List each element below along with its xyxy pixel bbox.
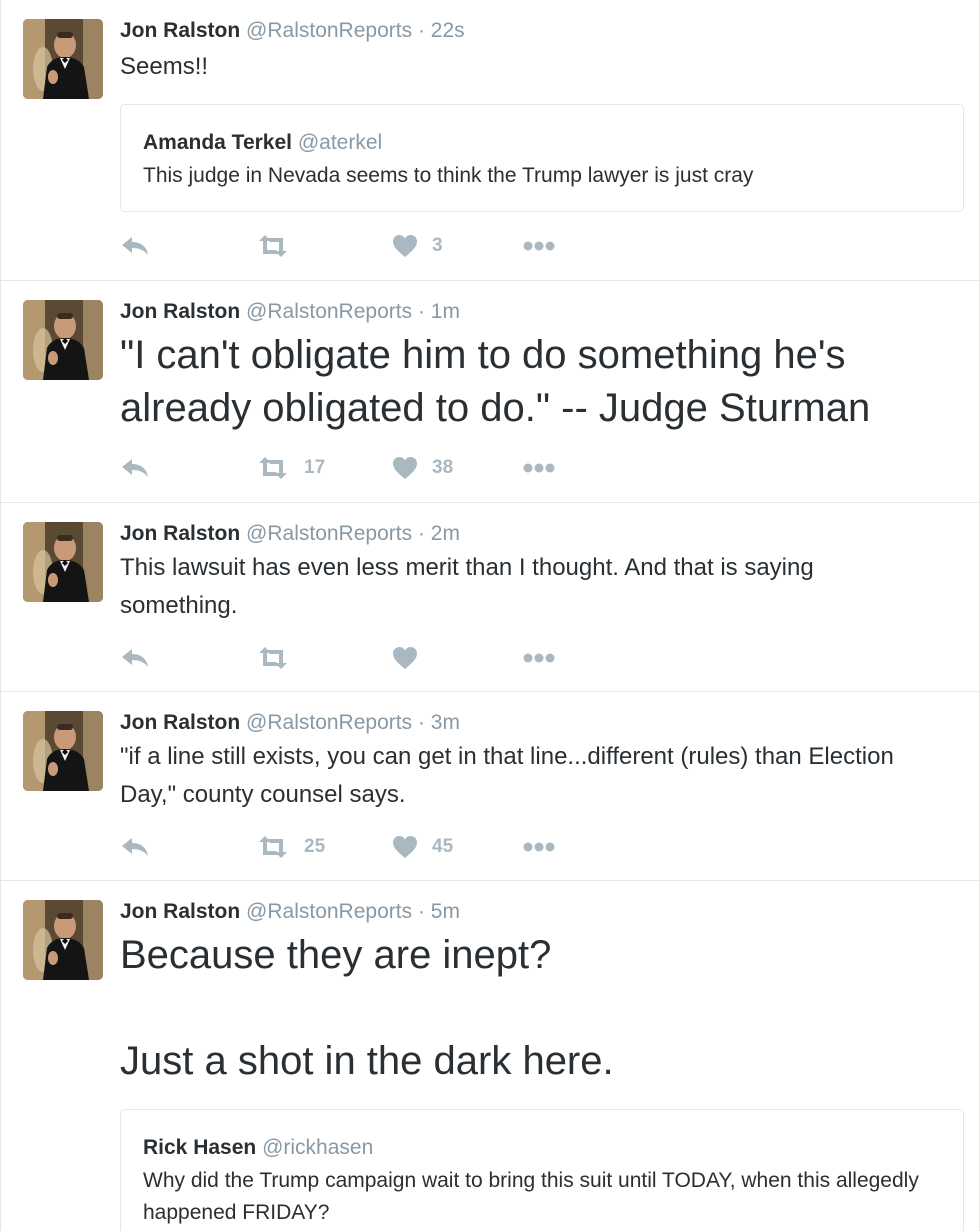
reply-icon [120, 234, 150, 258]
separator: · [417, 900, 425, 923]
more-button[interactable] [522, 643, 556, 673]
tweet-text: This lawsuit has even less merit than I … [120, 554, 821, 619]
retweet-count: 17 [304, 457, 326, 478]
more-dots-icon [522, 240, 556, 252]
tweet-actions: 17 38 [120, 453, 600, 483]
separator: · [417, 711, 425, 734]
tweet-text: "I can't obligate him to do something he… [120, 333, 871, 430]
quoted-tweet-text: Why did the Trump campaign wait to bring… [143, 1169, 919, 1224]
author-handle[interactable]: @RalstonReports [246, 19, 412, 42]
like-button[interactable]: 3 [392, 231, 443, 261]
tweet[interactable]: Jon Ralston @RalstonReports · 2m This la… [1, 503, 979, 692]
like-button[interactable]: 38 [392, 453, 453, 483]
retweet-button[interactable]: 25 [256, 832, 325, 862]
separator: · [417, 19, 425, 42]
tweet-actions [120, 643, 600, 673]
reply-button[interactable] [120, 832, 150, 862]
reply-button[interactable] [120, 643, 150, 673]
quoted-author-handle: @rickhasen [262, 1136, 374, 1159]
separator: · [417, 300, 425, 323]
quoted-author-name: Rick Hasen [143, 1136, 257, 1159]
tweet[interactable]: Jon Ralston @RalstonReports · 3m "if a l… [1, 692, 979, 881]
tweet-header: Jon Ralston @RalstonReports · 3m [120, 708, 460, 738]
retweet-icon [256, 835, 290, 859]
tweet-text: "if a line still exists, you can get in … [120, 743, 901, 808]
reply-icon [120, 456, 150, 480]
author-name[interactable]: Jon Ralston [120, 300, 240, 323]
avatar[interactable] [23, 19, 103, 99]
timestamp[interactable]: 22s [431, 19, 465, 42]
tweet-text: Seems!! [120, 53, 209, 80]
author-handle[interactable]: @RalstonReports [246, 522, 412, 545]
timestamp[interactable]: 1m [431, 300, 460, 323]
timestamp[interactable]: 3m [431, 711, 460, 734]
reply-button[interactable] [120, 453, 150, 483]
heart-icon [392, 646, 418, 670]
author-handle[interactable]: @RalstonReports [246, 711, 412, 734]
tweet-actions: 3 [120, 231, 600, 261]
author-handle[interactable]: @RalstonReports [246, 300, 412, 323]
tweet-header: Jon Ralston @RalstonReports · 22s [120, 16, 465, 46]
reply-icon [120, 646, 150, 670]
author-name[interactable]: Jon Ralston [120, 19, 240, 42]
author-name[interactable]: Jon Ralston [120, 900, 240, 923]
more-button[interactable] [522, 231, 556, 261]
timestamp[interactable]: 5m [431, 900, 460, 923]
tweet[interactable]: Jon Ralston @RalstonReports · 22s Seems!… [1, 0, 979, 281]
quoted-author-name: Amanda Terkel [143, 131, 292, 154]
more-button[interactable] [522, 453, 556, 483]
author-name[interactable]: Jon Ralston [120, 522, 240, 545]
heart-icon [392, 456, 418, 480]
avatar[interactable] [23, 300, 103, 380]
tweet-actions: 25 45 [120, 832, 600, 862]
separator: · [417, 522, 425, 545]
retweet-button[interactable] [256, 231, 304, 261]
author-handle[interactable]: @RalstonReports [246, 900, 412, 923]
quoted-tweet[interactable]: Rick Hasen @rickhasen Why did the Trump … [120, 1109, 964, 1231]
like-count: 3 [432, 235, 443, 256]
quoted-tweet[interactable]: Amanda Terkel @aterkel This judge in Nev… [120, 104, 964, 212]
quoted-tweet-text: This judge in Nevada seems to think the … [143, 164, 754, 187]
avatar[interactable] [23, 900, 103, 980]
heart-icon [392, 835, 418, 859]
more-dots-icon [522, 462, 556, 474]
tweet[interactable]: Jon Ralston @RalstonReports · 5m Because… [1, 881, 979, 1231]
like-button[interactable] [392, 643, 432, 673]
avatar[interactable] [23, 711, 103, 791]
tweet-header: Jon Ralston @RalstonReports · 2m [120, 519, 460, 549]
heart-icon [392, 234, 418, 258]
reply-icon [120, 835, 150, 859]
like-count: 45 [432, 836, 454, 857]
retweet-icon [256, 646, 290, 670]
tweet-header: Jon Ralston @RalstonReports · 5m [120, 897, 460, 927]
quoted-tweet-header: Amanda Terkel @aterkel [143, 129, 382, 157]
like-count: 38 [432, 457, 454, 478]
tweet-text: Because they are inept? Just a shot in t… [120, 933, 614, 1083]
retweet-button[interactable] [256, 643, 304, 673]
reply-button[interactable] [120, 231, 150, 261]
retweet-icon [256, 234, 290, 258]
author-name[interactable]: Jon Ralston [120, 711, 240, 734]
timestamp[interactable]: 2m [431, 522, 460, 545]
retweet-button[interactable]: 17 [256, 453, 325, 483]
retweet-icon [256, 456, 290, 480]
retweet-count: 25 [304, 836, 326, 857]
quoted-tweet-header: Rick Hasen @rickhasen [143, 1134, 373, 1162]
more-dots-icon [522, 841, 556, 853]
avatar[interactable] [23, 522, 103, 602]
tweet[interactable]: Jon Ralston @RalstonReports · 1m "I can'… [1, 281, 979, 503]
tweet-header: Jon Ralston @RalstonReports · 1m [120, 297, 460, 327]
like-button[interactable]: 45 [392, 832, 453, 862]
quoted-author-handle: @aterkel [297, 131, 383, 154]
more-button[interactable] [522, 832, 556, 862]
timeline: Jon Ralston @RalstonReports · 22s Seems!… [0, 0, 980, 1231]
more-dots-icon [522, 652, 556, 664]
